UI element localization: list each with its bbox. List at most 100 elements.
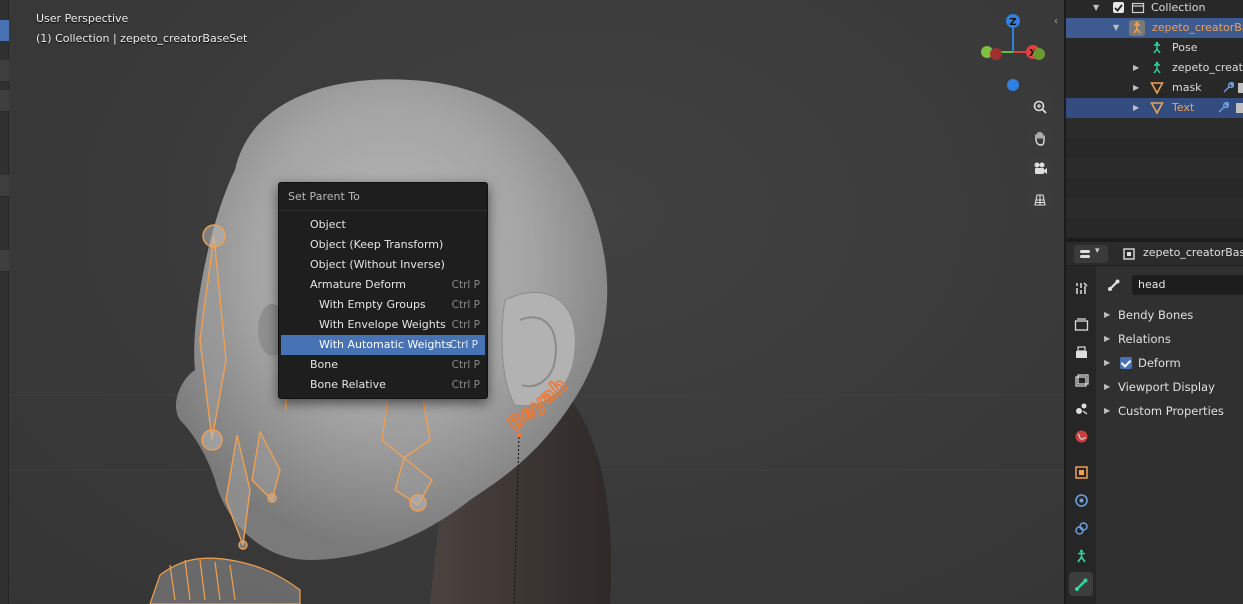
tool-cursor-button[interactable] (0, 60, 9, 82)
bone-icon (1074, 578, 1087, 591)
camera-icon (1034, 162, 1047, 174)
perspective-label: User Perspective (36, 12, 129, 25)
tab-object[interactable] (1069, 460, 1093, 484)
ortho-toggle-button[interactable] (1027, 187, 1053, 213)
outliner-empty-row (1066, 118, 1243, 138)
tool-scale-button[interactable] (0, 250, 9, 272)
grid-icon (1034, 194, 1046, 206)
panel-deform[interactable]: ▶ Deform (1096, 352, 1243, 374)
tool-move-button[interactable] (0, 90, 9, 112)
properties-header: ▾ zepeto_creatorBaseSet (1066, 242, 1243, 266)
outliner-panel: ▼ Collection ▼ zepeto_creatorBaseSet Pos… (1064, 0, 1243, 238)
modifier-wrench-icon[interactable] (1221, 81, 1234, 94)
menu-item-bone[interactable]: Bone Ctrl P (279, 355, 487, 375)
panel-relations[interactable]: ▶ Relations (1096, 328, 1243, 350)
expand-triangle-icon[interactable]: ▶ (1133, 78, 1139, 98)
expand-triangle-icon: ▶ (1104, 310, 1111, 319)
checkbox-icon[interactable] (1112, 1, 1126, 15)
expand-triangle-icon: ▶ (1104, 334, 1111, 343)
menu-item-object[interactable]: Object (279, 215, 487, 235)
object-icon (1074, 465, 1088, 479)
world-icon (1075, 430, 1087, 442)
outliner-row-pose[interactable]: Pose (1066, 38, 1243, 58)
tab-world[interactable] (1069, 424, 1093, 448)
menu-item-object-keep-transform[interactable]: Object (Keep Transform) (279, 235, 487, 255)
mesh-icon (1150, 82, 1164, 95)
menu-item-armature-deform[interactable]: Armature Deform Ctrl P (279, 275, 487, 295)
bone-properties: head ▶ Bendy Bones ▶ Relations ▶ Deform … (1096, 266, 1243, 604)
bone-icon (1108, 279, 1120, 291)
context-object-name: zepeto_creatorBaseSet (1143, 246, 1243, 259)
zoom-button[interactable] (1027, 94, 1053, 120)
tool-icon (1075, 281, 1088, 294)
output-icon (1075, 345, 1087, 358)
collapse-triangle-icon[interactable]: ▼ (1113, 18, 1119, 38)
armature-data-icon (1076, 549, 1086, 562)
properties-editor-icon (1080, 250, 1090, 258)
navigation-gizmo[interactable]: Z X (978, 10, 1048, 95)
tab-bone[interactable] (1069, 572, 1093, 596)
3d-viewport[interactable]: Beyah User Perspective (1) Collection | … (0, 0, 1064, 604)
axis-z-label: Z (1009, 17, 1016, 28)
camera-view-button[interactable] (1027, 156, 1053, 182)
bone-name-field[interactable]: head (1132, 275, 1243, 295)
menu-item-bone-relative[interactable]: Bone Relative Ctrl P (279, 375, 487, 395)
tab-tool[interactable] (1069, 276, 1093, 300)
expand-triangle-icon: ▶ (1104, 382, 1111, 391)
panel-custom-properties[interactable]: ▶ Custom Properties (1096, 400, 1243, 422)
scene-render: Beyah (0, 79, 1064, 604)
properties-panel: ▾ zepeto_creatorBaseSet head ▶ Bendy Bon… (1064, 242, 1243, 604)
expand-triangle-icon: ▶ (1104, 358, 1111, 367)
set-parent-menu: Set Parent To Object Object (Keep Transf… (278, 182, 488, 399)
armature-icon (1129, 20, 1145, 36)
collection-icon (1131, 2, 1145, 14)
outliner-row-armature-data[interactable]: ▶ zepeto_creatorBaseSet (1066, 58, 1243, 78)
outliner-row-text[interactable]: ▶ Text (1066, 98, 1243, 118)
vertex-group-icon (1238, 83, 1243, 93)
tab-view-layer[interactable] (1069, 368, 1093, 392)
modifier-wrench-icon[interactable] (1216, 101, 1229, 114)
panel-bendy-bones[interactable]: ▶ Bendy Bones (1096, 304, 1243, 326)
hand-bones (149, 557, 301, 604)
physics-icon (1074, 493, 1088, 507)
scene-icon (1075, 403, 1087, 415)
tab-scene[interactable] (1069, 396, 1093, 420)
tab-constraints[interactable] (1069, 488, 1093, 512)
expand-triangle-icon[interactable]: ▶ (1133, 58, 1139, 78)
properties-tab-bar (1066, 266, 1096, 604)
object-icon (1123, 248, 1135, 260)
view-layer-icon (1074, 373, 1089, 387)
tool-rotate-button[interactable] (0, 175, 9, 197)
armature-data-icon (1153, 61, 1161, 74)
vertex-group-icon (1236, 103, 1243, 113)
hand-icon (1035, 131, 1045, 146)
pan-button[interactable] (1027, 125, 1053, 151)
constraint-icon (1074, 521, 1088, 535)
outliner-empty-row (1066, 198, 1243, 218)
menu-item-with-envelope-weights[interactable]: With Envelope Weights Ctrl P (279, 315, 487, 335)
menu-title: Set Parent To (279, 183, 487, 211)
outliner-row-armature[interactable]: ▼ zepeto_creatorBaseSet (1066, 18, 1243, 38)
outliner-empty-row (1066, 158, 1243, 178)
tab-render[interactable] (1069, 312, 1093, 336)
tool-select-button[interactable] (0, 20, 9, 42)
render-icon (1074, 317, 1088, 331)
expand-triangle-icon: ▶ (1104, 406, 1111, 415)
sidebar-toggle-icon[interactable]: ‹ (1054, 16, 1058, 27)
tab-object-constraints[interactable] (1069, 516, 1093, 540)
toolbar-edge (0, 0, 9, 604)
collapse-triangle-icon[interactable]: ▼ (1093, 0, 1099, 18)
menu-item-object-without-inverse[interactable]: Object (Without Inverse) (279, 255, 487, 275)
outliner-row-collection[interactable]: ▼ Collection (1066, 0, 1243, 18)
outliner-row-mask[interactable]: ▶ mask (1066, 78, 1243, 98)
tab-output[interactable] (1069, 340, 1093, 364)
panel-viewport-display[interactable]: ▶ Viewport Display (1096, 376, 1243, 398)
menu-item-with-empty-groups[interactable]: With Empty Groups Ctrl P (279, 295, 487, 315)
pose-icon (1153, 41, 1161, 54)
deform-checkbox[interactable] (1120, 357, 1132, 369)
expand-triangle-icon[interactable]: ▶ (1133, 98, 1139, 118)
tab-armature-data[interactable] (1069, 544, 1093, 568)
zoom-icon (1033, 100, 1047, 114)
editor-type-button[interactable]: ▾ (1074, 245, 1108, 263)
menu-item-with-automatic-weights[interactable]: With Automatic Weights Ctrl P (281, 335, 485, 355)
